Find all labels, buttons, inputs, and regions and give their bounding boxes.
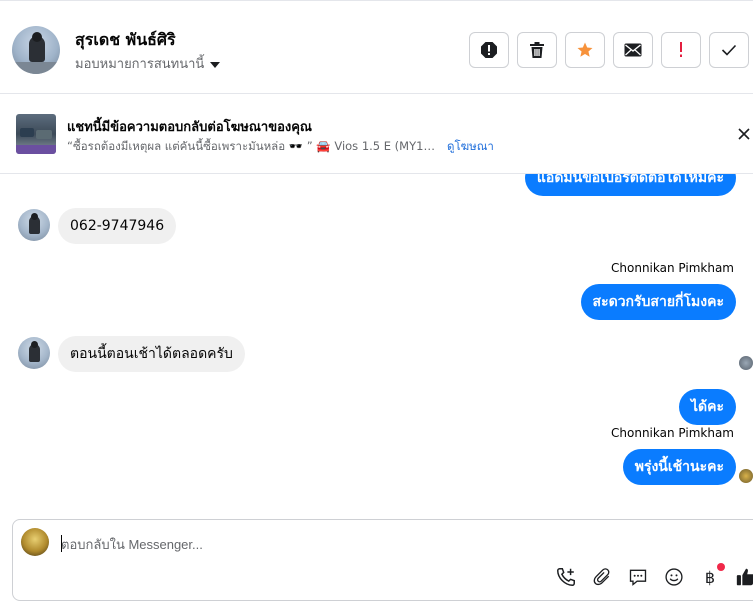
- message-bubble-outgoing[interactable]: สะดวกรับสายกี่โมงคะ: [580, 284, 736, 320]
- done-button[interactable]: [709, 32, 749, 68]
- chat-bubble-icon: [629, 569, 647, 586]
- ad-banner-title: แชทนี้มีข้อความตอบกลับต่อโฆษณาของคุณ: [67, 120, 312, 135]
- assign-conversation-dropdown[interactable]: มอบหมายการสนทนานี้: [75, 53, 221, 74]
- sender-name: Chonnikan Pimkham: [611, 426, 734, 440]
- call-button[interactable]: [555, 566, 577, 588]
- check-icon: [721, 44, 737, 56]
- report-button[interactable]: [469, 32, 509, 68]
- attach-button[interactable]: [591, 566, 613, 588]
- message-bubble-outgoing[interactable]: พรุ่งนี้เช้านะคะ: [622, 449, 736, 485]
- seen-indicator-avatar: [739, 469, 753, 483]
- message-thread[interactable]: แอดมินขอเบอร์ติดต่อได้ไหมคะ 062-9747946 …: [0, 174, 753, 520]
- trash-icon: [530, 42, 544, 58]
- spam-button[interactable]: [661, 32, 701, 68]
- reply-composer: ฿: [12, 519, 753, 601]
- mark-unread-button[interactable]: [613, 32, 653, 68]
- notification-dot: [717, 563, 725, 571]
- page-avatar: [21, 528, 49, 556]
- flag-icon: [680, 42, 682, 57]
- message-bubble-outgoing[interactable]: ได้คะ: [678, 389, 736, 425]
- chevron-down-icon: [210, 61, 221, 68]
- contact-avatar[interactable]: [12, 26, 60, 74]
- sender-name: Chonnikan Pimkham: [611, 261, 734, 275]
- message-bubble-incoming[interactable]: 062-9747946: [58, 208, 177, 244]
- like-button[interactable]: [735, 566, 753, 588]
- reply-input[interactable]: [61, 532, 661, 556]
- composer-tools: ฿: [555, 563, 753, 588]
- ad-thumbnail[interactable]: [16, 114, 56, 154]
- view-ad-link[interactable]: ดูโฆษณา: [447, 138, 494, 156]
- ad-banner-description: “ซื้อรถต้องมีเหตุผล แต่คันนี้ซื้อเพราะมั…: [67, 138, 494, 156]
- mail-icon: [624, 43, 642, 57]
- baht-icon: ฿: [704, 567, 716, 587]
- saved-replies-button[interactable]: [627, 566, 649, 588]
- contact-avatar-small[interactable]: [18, 337, 50, 369]
- header-actions: [469, 32, 749, 68]
- conversation-header: สุรเดช พันธ์ศิริ มอบหมายการสนทนานี้: [0, 0, 753, 94]
- emoji-icon: [665, 568, 683, 586]
- ad-reply-banner: แชทนี้มีข้อความตอบกลับต่อโฆษณาของคุณ “ซื…: [0, 94, 753, 174]
- contact-name[interactable]: สุรเดช พันธ์ศิริ: [75, 28, 176, 53]
- contact-avatar-small[interactable]: [18, 209, 50, 241]
- payment-button[interactable]: ฿: [699, 563, 725, 588]
- star-button[interactable]: [565, 32, 605, 68]
- report-icon: [481, 42, 497, 58]
- close-banner-button[interactable]: [734, 124, 753, 144]
- ad-snippet: “ซื้อรถต้องมีเหตุผล แต่คันนี้ซื้อเพราะมั…: [67, 139, 439, 153]
- message-bubble-incoming[interactable]: ตอนนี้ตอนเช้าได้ตลอดครับ: [58, 336, 245, 372]
- star-icon: [577, 42, 593, 57]
- emoji-button[interactable]: [663, 566, 685, 588]
- seen-indicator-avatar: [739, 356, 753, 370]
- text-cursor: [61, 535, 62, 552]
- thumbs-up-icon: [736, 568, 753, 586]
- phone-plus-icon: [557, 568, 575, 586]
- paperclip-icon: [593, 568, 610, 586]
- close-icon: [738, 128, 750, 140]
- message-bubble-outgoing[interactable]: แอดมินขอเบอร์ติดต่อได้ไหมคะ: [524, 174, 736, 196]
- assign-label: มอบหมายการสนทนานี้: [75, 57, 205, 72]
- delete-button[interactable]: [517, 32, 557, 68]
